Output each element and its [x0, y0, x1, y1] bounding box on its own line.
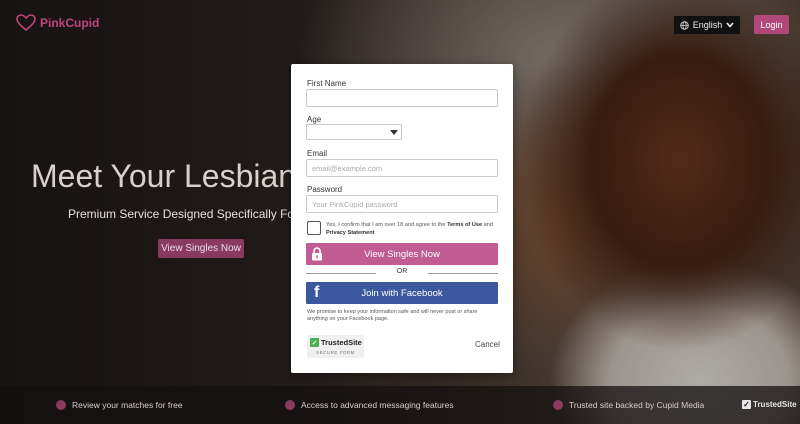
cancel-link[interactable]: Cancel — [475, 340, 500, 349]
hero-title: Meet Your Lesbian M — [31, 158, 332, 194]
logo[interactable]: PinkCupid — [16, 14, 99, 32]
hero-subtitle: Premium Service Designed Specifically Fo… — [68, 207, 309, 221]
feature-bullet-icon — [285, 400, 295, 410]
divider-line — [428, 273, 498, 274]
check-icon: ✓ — [742, 399, 751, 409]
trustedsite-footer-badge[interactable]: ✓ TrustedSite — [742, 400, 797, 409]
terms-prefix: Yes, I confirm that I am over 18 and agr… — [326, 222, 448, 228]
terms-text: Yes, I confirm that I am over 18 and agr… — [326, 221, 501, 237]
first-name-field[interactable] — [306, 89, 498, 107]
email-label: Email — [307, 149, 328, 158]
facebook-icon: f — [314, 284, 320, 301]
heart-logo-icon — [16, 14, 36, 32]
feature-item: Access to advanced messaging features — [285, 400, 454, 410]
password-label: Password — [307, 185, 343, 194]
feature-bullet-icon — [553, 400, 563, 410]
check-icon: ✓ — [310, 338, 319, 347]
feature-label: Trusted site backed by Cupid Media — [569, 400, 705, 410]
feature-label: Review your matches for free — [72, 400, 183, 410]
view-singles-button[interactable]: View Singles Now — [306, 243, 498, 265]
signup-modal: First Name Age Email email@example.com P… — [291, 64, 513, 373]
logo-text: PinkCupid — [40, 16, 100, 30]
trustedsite-footer-label: TrustedSite — [753, 400, 797, 409]
trustedsite-badge-label: TrustedSite — [321, 338, 362, 347]
or-divider: OR — [306, 268, 498, 278]
password-field[interactable]: Your PinkCupid password — [306, 195, 498, 213]
feature-bullet-icon — [56, 400, 66, 410]
terms-and: and — [482, 222, 493, 228]
dropdown-arrow-icon — [390, 130, 398, 135]
hero-view-singles-button[interactable]: View Singles Now — [158, 239, 244, 258]
language-label: English — [692, 20, 723, 30]
secure-form-label: SECURE FORM — [316, 350, 355, 355]
trustedsite-badge[interactable]: ✓ TrustedSite SECURE FORM — [307, 335, 364, 358]
login-button[interactable]: Login — [754, 15, 789, 34]
trustedsite-badge-title: ✓ TrustedSite — [310, 338, 362, 347]
facebook-join-label: Join with Facebook — [361, 287, 443, 299]
privacy-promise-text: We promise to keep your information safe… — [307, 309, 478, 322]
first-name-label: First Name — [307, 79, 347, 88]
age-label: Age — [307, 115, 322, 124]
terms-checkbox[interactable] — [307, 221, 321, 235]
facebook-join-button[interactable]: f Join with Facebook — [306, 282, 498, 304]
feature-item: Review your matches for free — [56, 400, 183, 410]
email-field[interactable]: email@example.com — [306, 159, 498, 177]
feature-item: Trusted site backed by Cupid Media — [553, 400, 704, 410]
chevron-down-icon — [726, 22, 734, 28]
language-selector[interactable]: English — [674, 16, 740, 34]
terms-of-use-link[interactable]: Terms of Use — [447, 222, 482, 228]
age-select[interactable] — [306, 124, 402, 140]
view-singles-label: View Singles Now — [364, 248, 440, 260]
lock-icon — [312, 247, 322, 261]
globe-icon — [680, 20, 689, 30]
privacy-statement-link[interactable]: Privacy Statement — [326, 230, 375, 236]
feature-label: Access to advanced messaging features — [301, 400, 454, 410]
